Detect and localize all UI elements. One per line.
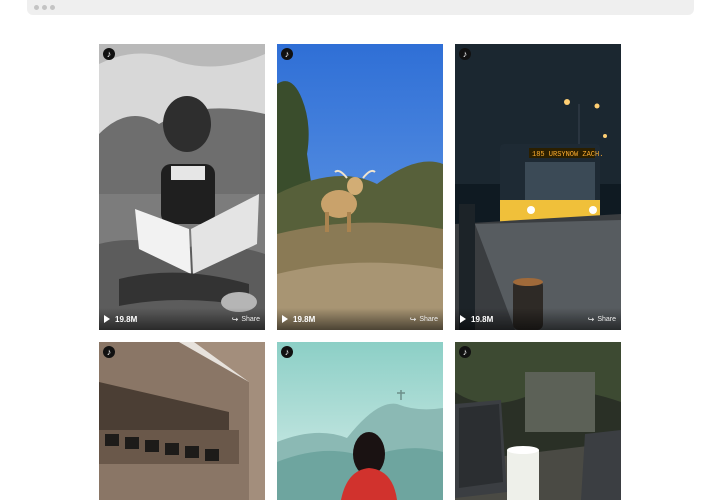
video-thumbnail <box>99 342 265 500</box>
share-label: Share <box>241 315 260 323</box>
share-label: Share <box>419 315 438 323</box>
play-icon <box>282 315 288 323</box>
browser-top-bar <box>27 0 694 15</box>
share-button[interactable]: ↪ Share <box>232 315 260 324</box>
share-icon: ↪ <box>231 314 239 324</box>
video-thumbnail <box>99 44 265 330</box>
video-tile[interactable]: ♪ <box>99 342 265 500</box>
view-count-label: 19.8M <box>293 314 316 324</box>
tiktok-icon: ♪ <box>459 48 471 60</box>
tile-footer: 19.8M ↪ Share <box>277 308 443 330</box>
video-thumbnail: 185 URSYNOW ZACH. <box>455 44 621 330</box>
view-count: 19.8M <box>104 315 137 324</box>
view-count: 19.8M <box>282 315 315 324</box>
window-dot-icon[interactable] <box>50 5 55 10</box>
view-count: 19.8M <box>460 315 493 324</box>
video-thumbnail <box>277 44 443 330</box>
share-icon: ↪ <box>409 314 417 324</box>
video-tile[interactable]: 185 URSYNOW ZACH. ♪ 19.8M ↪ Share <box>455 44 621 330</box>
bus-destination-sign: 185 URSYNOW ZACH. <box>532 151 603 159</box>
share-label: Share <box>597 315 616 323</box>
share-icon: ↪ <box>587 314 595 324</box>
tile-footer: 19.8M ↪ Share <box>99 308 265 330</box>
video-tile[interactable]: ♪ 19.8M ↪ Share <box>99 44 265 330</box>
share-button[interactable]: ↪ Share <box>410 315 438 324</box>
tiktok-icon: ♪ <box>103 48 115 60</box>
window-controls <box>34 5 55 10</box>
video-tile[interactable]: ♪ <box>277 342 443 500</box>
view-count-label: 19.8M <box>471 314 494 324</box>
tiktok-icon: ♪ <box>459 346 471 358</box>
window-dot-icon[interactable] <box>34 5 39 10</box>
video-tile[interactable]: ♪ <box>455 342 621 500</box>
share-button[interactable]: ↪ Share <box>588 315 616 324</box>
tile-footer: 19.8M ↪ Share <box>455 308 621 330</box>
window-dot-icon[interactable] <box>42 5 47 10</box>
tiktok-icon: ♪ <box>103 346 115 358</box>
video-thumbnail <box>455 342 621 500</box>
tiktok-icon: ♪ <box>281 346 293 358</box>
view-count-label: 19.8M <box>115 314 138 324</box>
play-icon <box>104 315 110 323</box>
tiktok-icon: ♪ <box>281 48 293 60</box>
video-thumbnail <box>277 342 443 500</box>
video-tile[interactable]: ♪ 19.8M ↪ Share <box>277 44 443 330</box>
play-icon <box>460 315 466 323</box>
